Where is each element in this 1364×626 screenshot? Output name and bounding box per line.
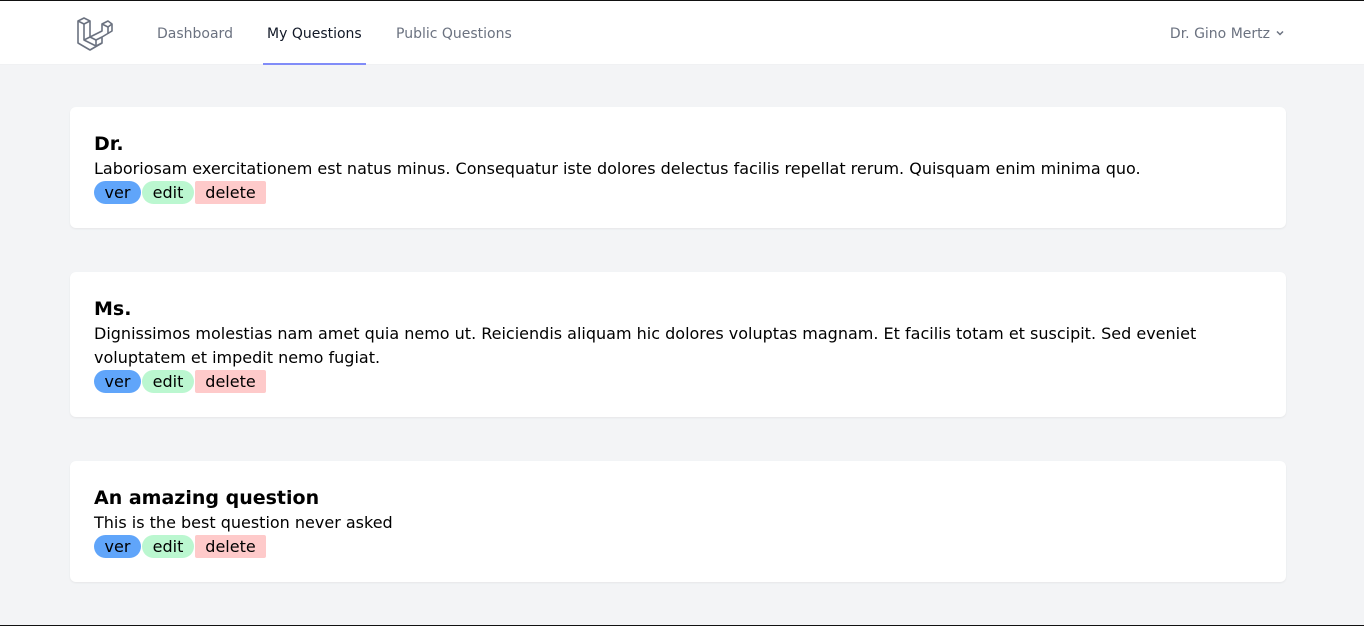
question-body: Laboriosam exercitationem est natus minu… [94,159,1141,178]
delete-button[interactable]: delete [195,535,266,558]
question-actions: ver edit delete [94,370,1262,393]
view-button[interactable]: ver [94,370,141,393]
question-body: Dignissimos molestias nam amet quia nemo… [94,324,1197,367]
nav-link-my-questions[interactable]: My Questions [263,1,366,65]
edit-button[interactable]: edit [142,370,194,393]
question-card: An amazing question This is the best que… [70,461,1286,582]
edit-button[interactable]: edit [142,535,194,558]
user-dropdown[interactable]: Dr. Gino Mertz [1170,1,1286,65]
question-title: Dr. [94,133,124,155]
question-title: An amazing question [94,487,320,509]
view-button[interactable]: ver [94,535,141,558]
delete-button[interactable]: delete [195,370,266,393]
question-body: This is the best question never asked [94,513,393,532]
question-card: Dr. Laboriosam exercitationem est natus … [70,107,1286,228]
nav-link-dashboard[interactable]: Dashboard [157,1,233,65]
edit-button[interactable]: edit [142,181,194,204]
question-actions: ver edit delete [94,181,1262,204]
chevron-down-icon [1270,26,1286,42]
question-card: Ms. Dignissimos molestias nam amet quia … [70,272,1286,417]
question-actions: ver edit delete [94,535,1262,558]
view-button[interactable]: ver [94,181,141,204]
nav-link-public-questions[interactable]: Public Questions [396,1,512,65]
top-navigation: Dashboard My Questions Public Questions … [0,1,1364,65]
user-name: Dr. Gino Mertz [1169,26,1270,42]
laravel-logo-icon[interactable] [76,15,114,53]
question-title: Ms. [94,298,132,320]
delete-button[interactable]: delete [195,181,266,204]
